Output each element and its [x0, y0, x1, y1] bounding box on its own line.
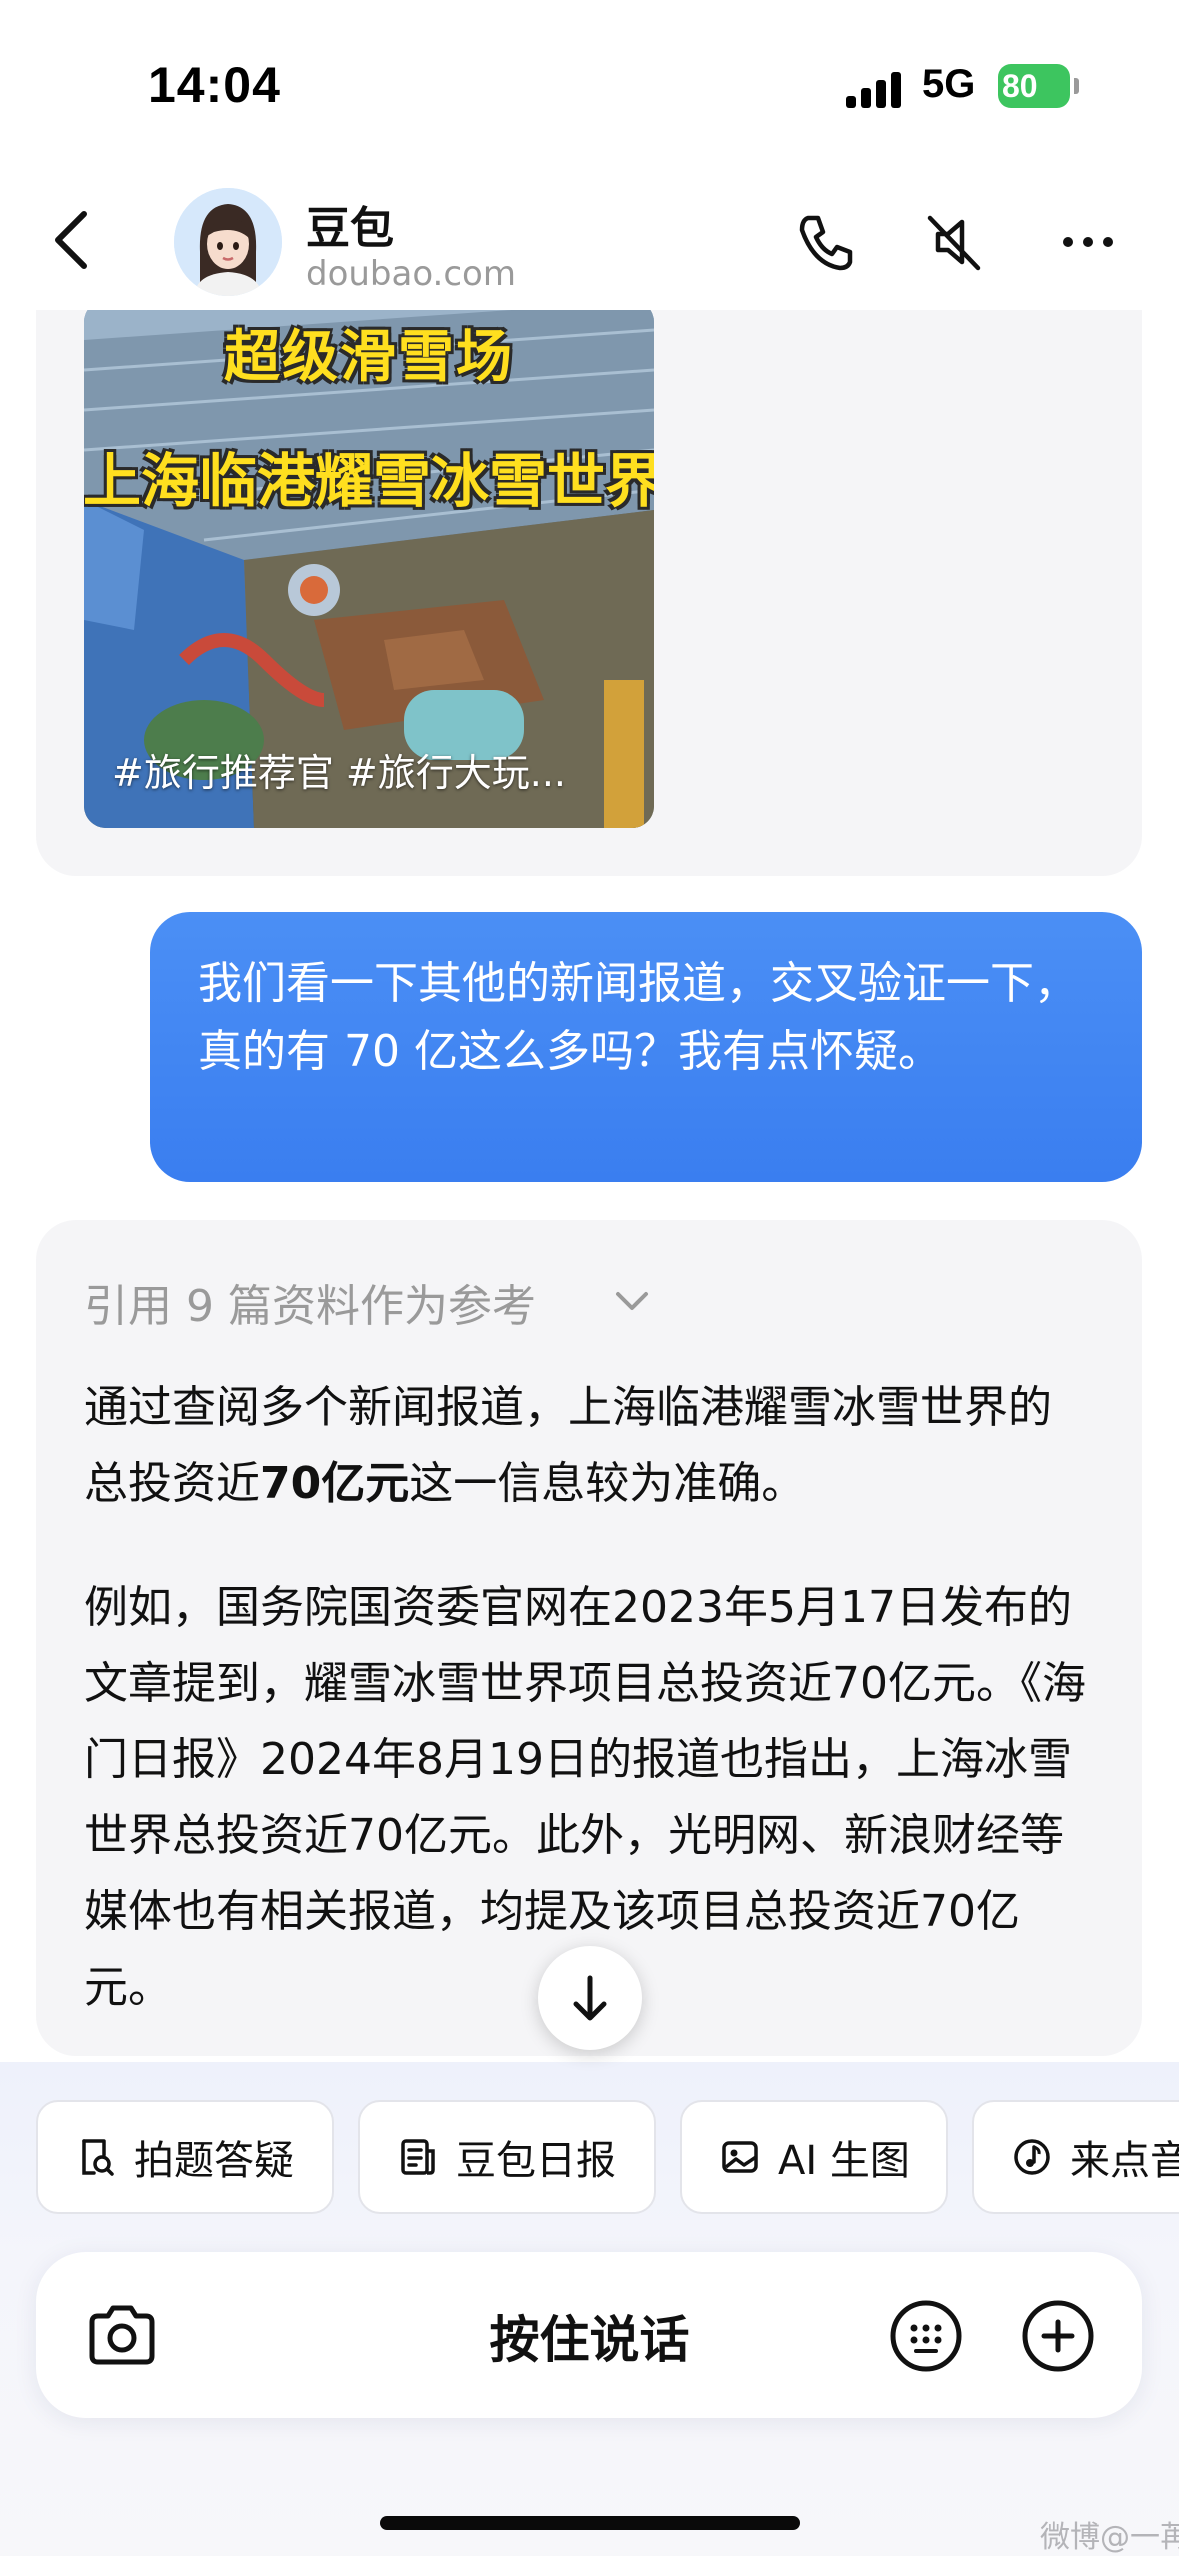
shortcut-label: 拍题答疑: [134, 2138, 294, 2184]
bot-name: 豆包: [306, 203, 394, 254]
phone-icon[interactable]: [790, 206, 862, 278]
plus-icon[interactable]: [1018, 2296, 1098, 2376]
hold-to-talk-button[interactable]: 按住说话: [0, 2300, 1179, 2372]
shortcut-chip-daily-news[interactable]: 豆包日报: [358, 2100, 656, 2214]
user-message-bubble[interactable]: 我们看一下其他的新闻报道，交叉验证一下，真的有 70 亿这么多吗？我有点怀疑。: [150, 912, 1142, 1182]
more-icon[interactable]: [1052, 206, 1124, 278]
back-arrow-icon[interactable]: [40, 200, 110, 280]
arrow-down-icon: [573, 1975, 607, 2021]
chevron-down-icon[interactable]: [612, 1286, 652, 1316]
network-type: 5G: [922, 62, 976, 106]
shortcut-label: 来点音: [1070, 2138, 1179, 2184]
answer-text: 这一信息较为准确。: [409, 1458, 806, 1509]
battery-indicator: 80: [998, 64, 1070, 108]
reference-toggle[interactable]: 引用 9 篇资料作为参考: [84, 1270, 536, 1334]
music-note-icon: [1014, 2139, 1050, 2175]
shortcut-chip-photo-question[interactable]: 拍题答疑: [36, 2100, 334, 2214]
shortcut-chip-ai-image[interactable]: AI 生图: [680, 2100, 948, 2214]
bot-domain: doubao.com: [306, 254, 516, 294]
status-bar: 14:04 5G 80: [0, 0, 1179, 170]
image-icon: [722, 2141, 758, 2173]
shortcut-label: AI 生图: [778, 2138, 910, 2184]
speaker-mute-icon[interactable]: [918, 206, 990, 278]
keyboard-icon[interactable]: [886, 2296, 966, 2376]
chat-header: 豆包 doubao.com: [0, 170, 1179, 310]
status-time: 14:04: [148, 57, 281, 113]
scroll-to-bottom-button[interactable]: [538, 1946, 642, 2050]
search-doc-icon: [82, 2139, 114, 2176]
video-banner-line1: 超级滑雪场: [224, 325, 514, 390]
avatar[interactable]: [174, 188, 282, 296]
cellular-signal-icon: [846, 66, 906, 108]
shortcut-chip-music[interactable]: 来点音: [972, 2100, 1179, 2214]
battery-nub-icon: [1074, 78, 1079, 94]
bot-avatar-image: [174, 188, 282, 296]
answer-highlight: 70亿元: [260, 1458, 410, 1509]
shortcut-label: 豆包日报: [456, 2138, 616, 2184]
answer-paragraph-1: 通过查阅多个新闻报道，上海临港耀雪冰雪世界的总投资近70亿元这一信息较为准确。: [84, 1370, 1084, 1522]
video-thumbnail-card[interactable]: 超级滑雪场 上海临港耀雪冰雪世界 #旅行推荐官 #旅行大玩...: [84, 300, 654, 828]
news-icon: [401, 2139, 435, 2175]
video-caption: #旅行推荐官 #旅行大玩...: [112, 751, 566, 795]
watermark: 微博@一苒: [1040, 2520, 1179, 2555]
video-banner-line2: 上海临港耀雪冰雪世界: [84, 447, 654, 515]
home-indicator[interactable]: [380, 2516, 800, 2530]
